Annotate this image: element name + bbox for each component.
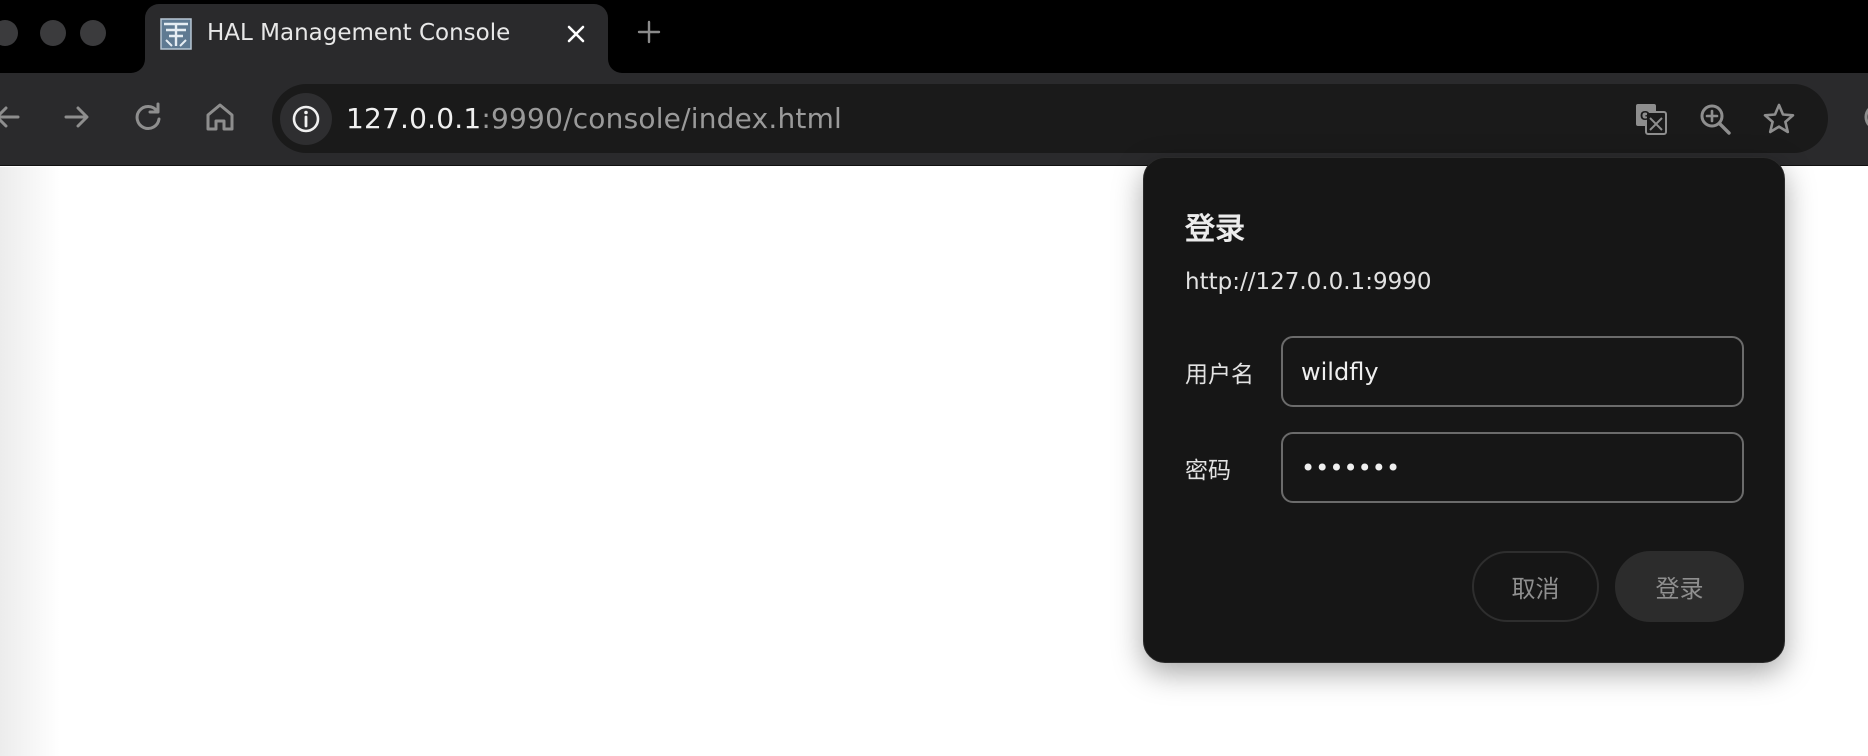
url-host: 127.0.0.1 [346,102,482,135]
arrow-left-icon[interactable] [0,97,28,137]
tab-title: HAL Management Console [207,20,511,46]
username-label: 用户名 [1185,362,1254,388]
info-icon [292,105,320,133]
reload-icon[interactable] [128,97,168,137]
browser-toolbar: 127.0.0.1:9990/console/index.html G [0,73,1868,166]
window-zoom-dot[interactable] [80,20,106,46]
page-left-shadow [0,167,60,756]
dialog-title: 登录 [1185,212,1245,247]
arrow-right-icon[interactable] [56,97,96,137]
password-field[interactable] [1281,432,1744,503]
plus-icon[interactable] [634,17,664,47]
profile-icon[interactable] [1858,97,1868,137]
hal-logo-icon [160,18,192,50]
svg-text:G: G [1640,108,1650,123]
window-close-dot[interactable] [0,20,18,46]
username-field[interactable] [1281,336,1744,407]
window-minimize-dot[interactable] [40,20,66,46]
dialog-origin: http://127.0.0.1:9990 [1185,269,1432,295]
close-icon[interactable] [562,20,590,48]
site-info-button[interactable] [280,93,332,145]
tab-strip: HAL Management Console [0,0,1868,73]
url-text[interactable]: 127.0.0.1:9990/console/index.html [346,102,842,135]
url-path: :9990/console/index.html [481,102,843,135]
cancel-button[interactable]: 取消 [1472,551,1599,622]
browser-tab-active[interactable]: HAL Management Console [145,4,608,73]
translate-icon[interactable]: G [1633,101,1669,137]
address-bar[interactable]: 127.0.0.1:9990/console/index.html G [272,84,1828,153]
password-label: 密码 [1185,458,1231,484]
home-icon[interactable] [200,97,240,137]
login-button[interactable]: 登录 [1615,551,1744,622]
zoom-in-icon[interactable] [1697,101,1733,137]
http-auth-dialog: 登录 http://127.0.0.1:9990 用户名 密码 取消 登录 [1143,157,1785,663]
star-icon[interactable] [1761,101,1797,137]
